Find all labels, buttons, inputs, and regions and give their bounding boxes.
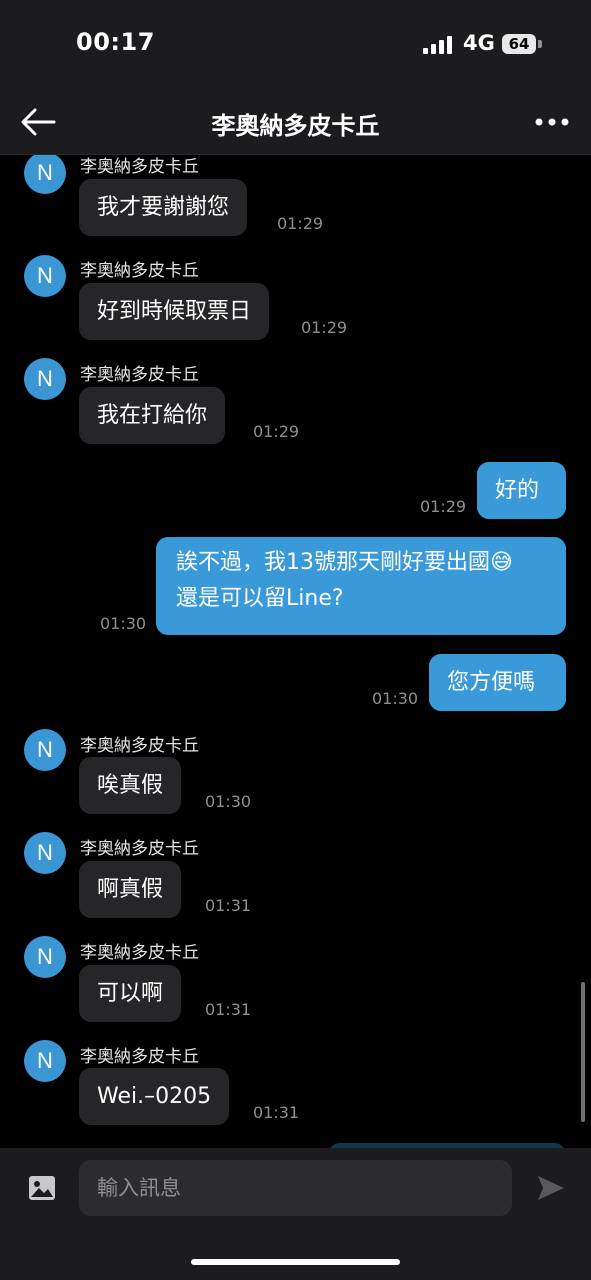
chat-header: 李奧納多皮卡丘 (0, 90, 591, 155)
status-bar: 00:17 4G 64 (0, 0, 591, 90)
sender-name: 李奧納多皮卡丘 (80, 736, 199, 756)
message-time: 01:31 (205, 1000, 252, 1019)
outgoing-message-bubble[interactable]: 您方便嗎 (429, 654, 566, 711)
scrollbar[interactable] (581, 982, 585, 1122)
contact-avatar[interactable]: N (24, 1040, 66, 1082)
message-time: 01:29 (301, 318, 348, 337)
contact-avatar[interactable]: N (24, 358, 66, 400)
contact-avatar[interactable]: N (24, 729, 66, 771)
sender-name: 李奧納多皮卡丘 (80, 1047, 199, 1067)
message-text-line: 還是可以留Line? (176, 586, 344, 611)
outgoing-message-bubble[interactable]: 誒不過，我13號那天剛好要出國😅 還是可以留Line? (156, 537, 566, 635)
outgoing-message-bubble[interactable]: 好的 (477, 462, 566, 519)
incoming-message-bubble[interactable]: 我在打給你 (79, 387, 226, 444)
message-time: 01:30 (100, 614, 147, 633)
message-time: 01:29 (253, 422, 300, 441)
contact-avatar[interactable]: N (24, 155, 66, 194)
message-text-line: 誒不過，我13號那天剛好要出國😅 (176, 550, 513, 575)
contact-avatar[interactable]: N (24, 255, 66, 297)
send-icon[interactable] (536, 1174, 566, 1202)
message-time: 01:31 (205, 896, 252, 915)
message-time: 01:30 (205, 792, 252, 811)
incoming-message-bubble[interactable]: 好到時候取票日 (79, 283, 270, 340)
message-time: 01:29 (277, 214, 324, 233)
message-list[interactable]: N 李奧納多皮卡丘 我才要謝謝您 01:29 N 李奧納多皮卡丘 好到時候取票日… (0, 155, 591, 1148)
incoming-message-bubble[interactable]: Wei.–0205 (79, 1068, 230, 1125)
message-time: 01:29 (420, 497, 467, 516)
sender-name: 李奧納多皮卡丘 (80, 157, 199, 177)
incoming-message-bubble[interactable]: 可以啊 (79, 965, 182, 1022)
contact-avatar[interactable]: N (24, 832, 66, 874)
image-icon[interactable] (28, 1175, 56, 1201)
battery-icon: 64 (502, 34, 536, 54)
message-time: 01:31 (253, 1103, 300, 1122)
contact-avatar[interactable]: N (24, 936, 66, 978)
incoming-message-bubble[interactable]: 啊真假 (79, 861, 182, 918)
incoming-message-bubble[interactable]: 唉真假 (79, 757, 182, 814)
sender-name: 李奧納多皮卡丘 (80, 839, 199, 859)
home-indicator (191, 1259, 400, 1265)
incoming-message-bubble[interactable]: 我才要謝謝您 (79, 179, 248, 236)
more-dots-icon[interactable] (534, 112, 570, 132)
page-title: 李奧納多皮卡丘 (211, 112, 380, 140)
sender-name: 李奧納多皮卡丘 (80, 261, 199, 281)
status-time: 00:17 (76, 28, 155, 56)
cellular-signal-icon (423, 36, 452, 54)
message-input[interactable] (79, 1160, 512, 1216)
sender-name: 李奧納多皮卡丘 (80, 365, 199, 385)
battery-tip (538, 40, 542, 48)
message-time: 01:30 (372, 689, 419, 708)
network-type: 4G (463, 31, 495, 55)
sender-name: 李奧納多皮卡丘 (80, 943, 199, 963)
